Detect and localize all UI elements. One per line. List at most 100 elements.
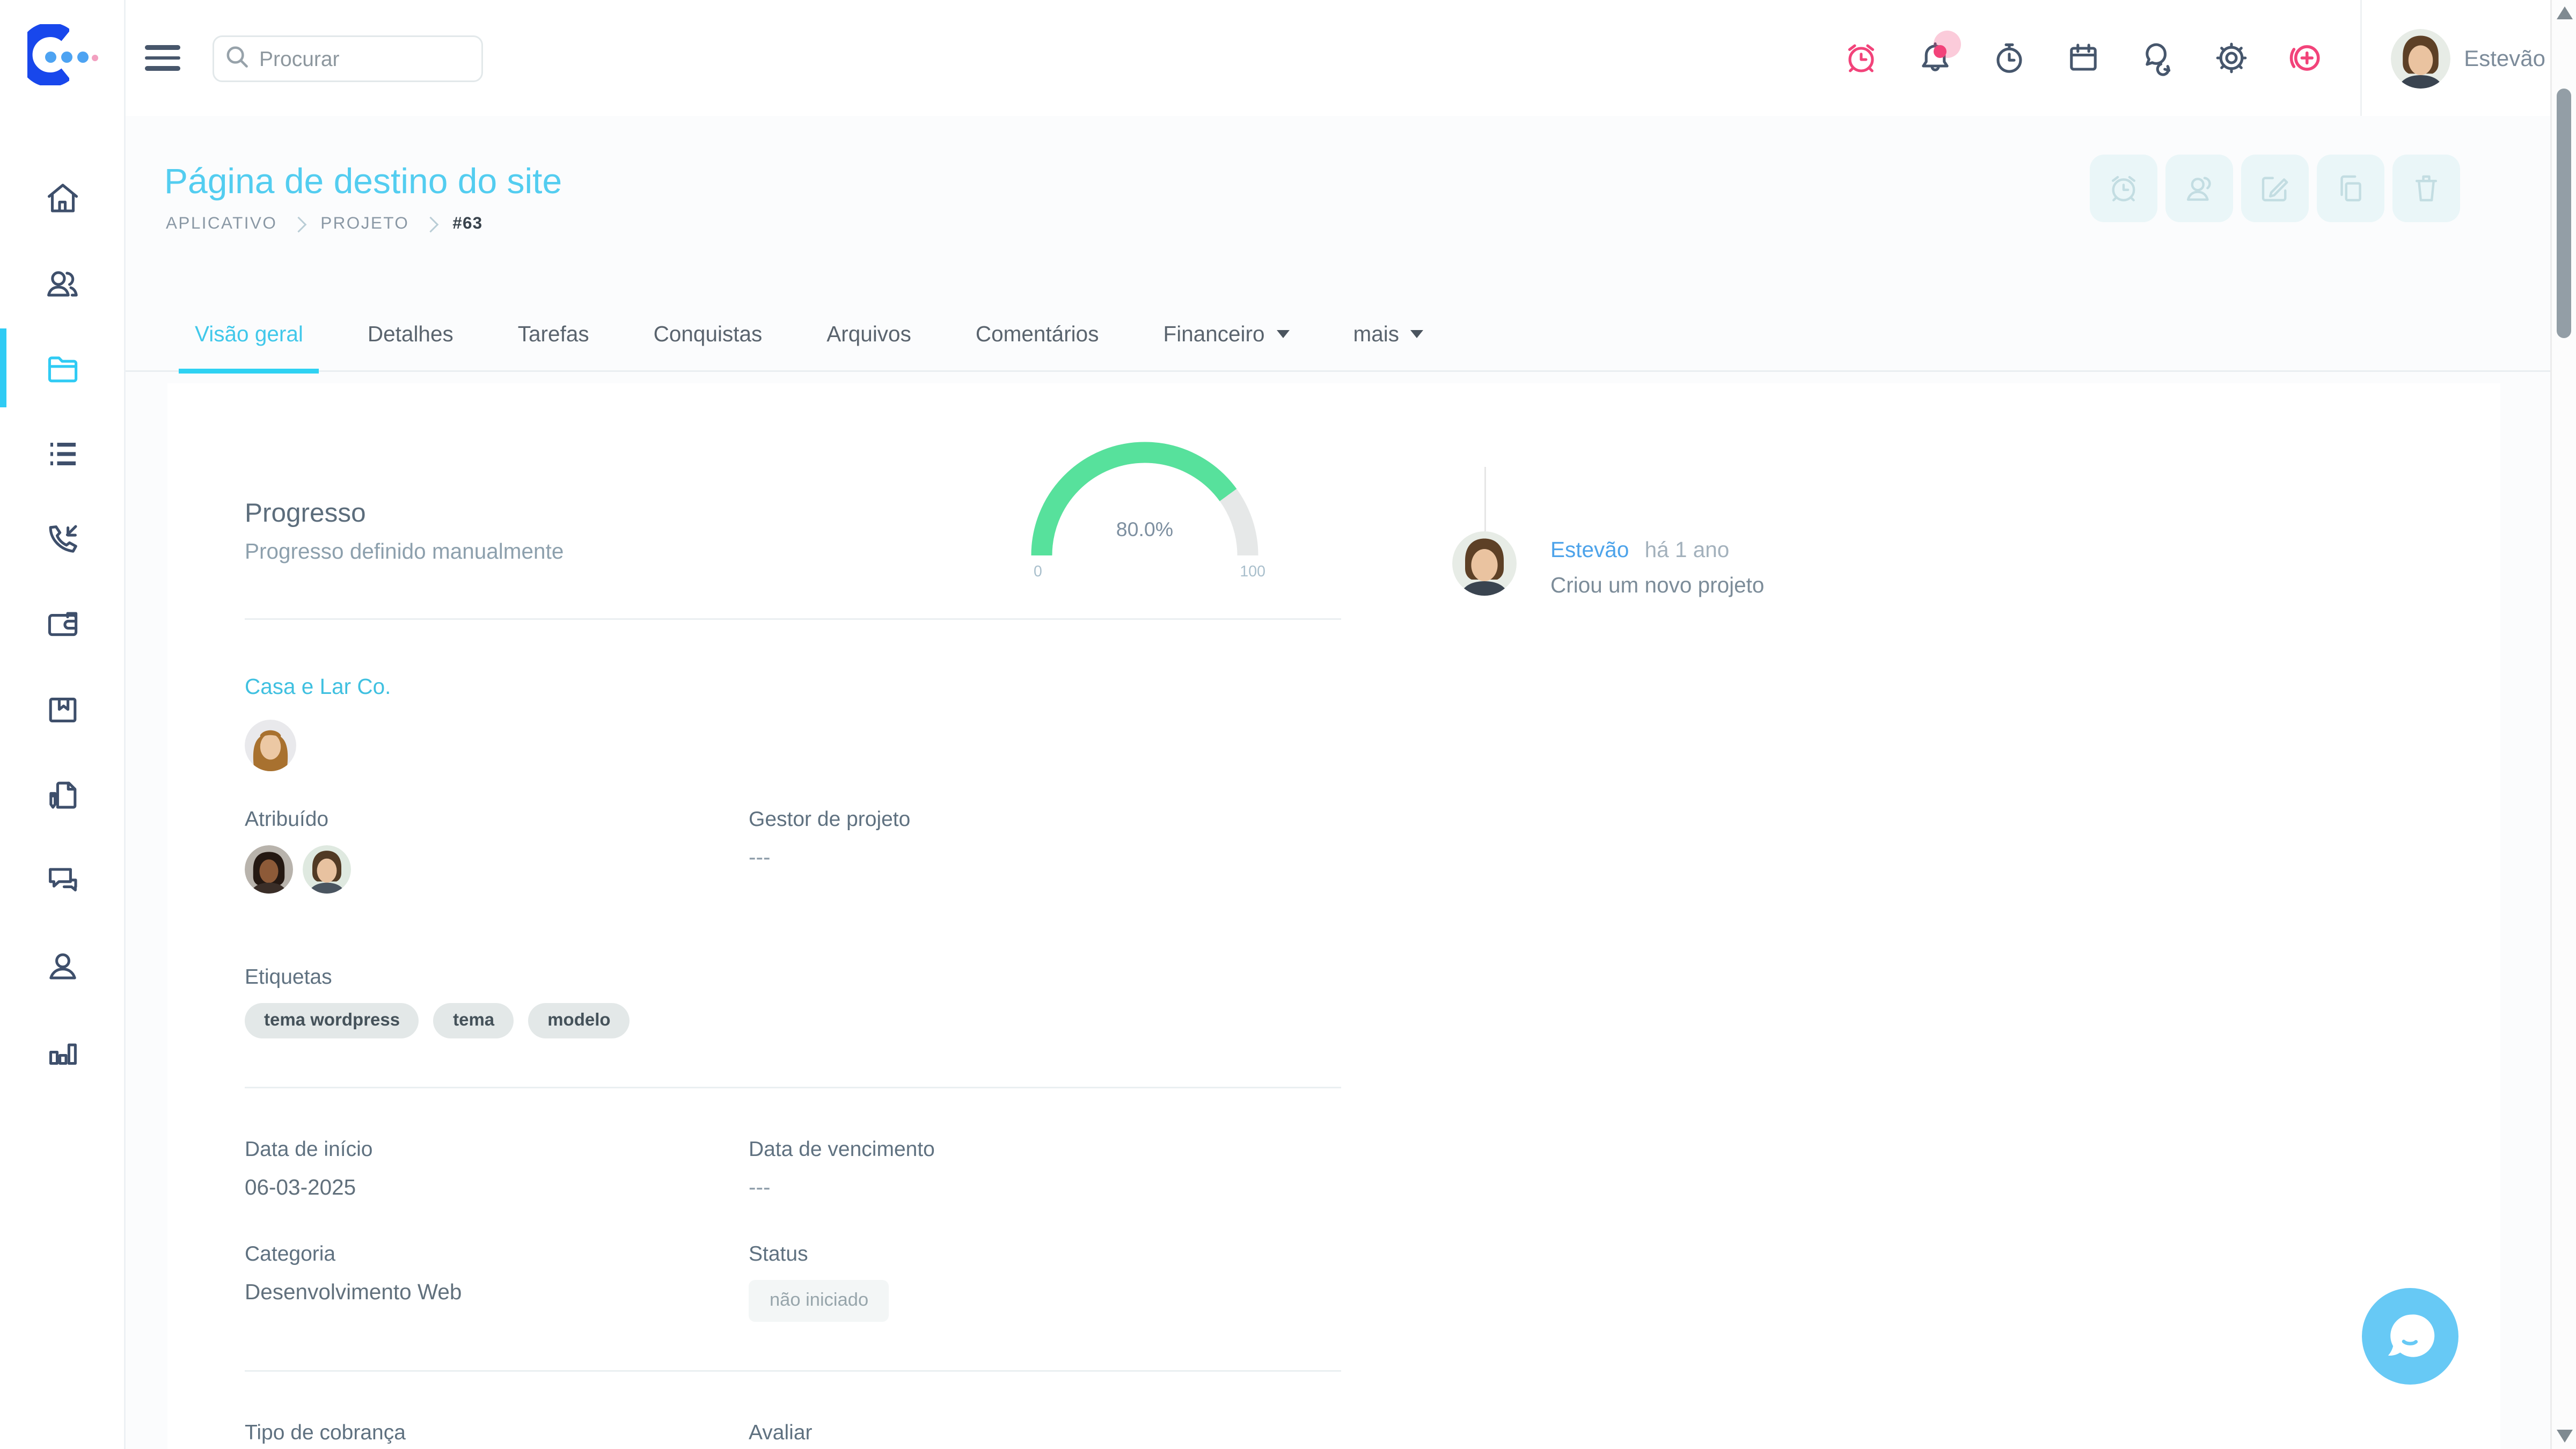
book-bookmark-icon (43, 690, 82, 729)
activity-avatar[interactable] (1452, 531, 1517, 596)
sidebar-item-proposals[interactable] (0, 752, 124, 837)
status-label: Status (749, 1241, 1365, 1265)
settings-button[interactable] (2213, 39, 2251, 77)
alarm-clock-button[interactable] (1842, 39, 1881, 77)
calendar-button[interactable] (2065, 39, 2103, 77)
tab-detalhes[interactable]: Detalhes (368, 296, 453, 370)
gear-icon (2213, 39, 2251, 77)
calendar-icon (2065, 39, 2103, 77)
gauge-min-label: 0 (1034, 564, 1042, 581)
logo-dot (77, 52, 89, 63)
add-member-icon (2182, 171, 2217, 206)
assignee-avatar[interactable] (245, 845, 293, 894)
tab-financeiro[interactable]: Financeiro (1163, 296, 1289, 370)
due-date-value: --- (749, 1175, 1365, 1199)
sidebar-item-reports[interactable] (0, 1008, 124, 1093)
chat-widget-button[interactable] (2362, 1288, 2458, 1385)
sidebar-item-home[interactable] (0, 155, 124, 240)
tab-comentarios[interactable]: Comentários (976, 296, 1099, 370)
search-input[interactable] (213, 35, 483, 82)
person-icon (43, 946, 82, 985)
category-label: Categoria (245, 1241, 749, 1265)
user-name: Estevão (2464, 45, 2545, 71)
due-date-label: Data de vencimento (749, 1137, 1365, 1161)
billing-label: Tipo de cobrança (245, 1420, 749, 1444)
manager-label: Gestor de projeto (749, 807, 1365, 831)
tab-bar: Visão geral Detalhes Tarefas Conquistas … (124, 296, 2552, 372)
logo-dot (61, 52, 72, 63)
start-date-label: Data de início (245, 1137, 749, 1161)
duplicate-button[interactable] (2317, 155, 2384, 222)
sidebar-item-payments[interactable] (0, 581, 124, 667)
page-scrollbar[interactable] (2550, 0, 2576, 1449)
assigned-label: Atribuído (245, 807, 749, 831)
sidebar-item-contacts[interactable] (0, 240, 124, 325)
tab-conquistas[interactable]: Conquistas (654, 296, 763, 370)
customer-link[interactable]: Casa e Lar Co. (245, 675, 391, 699)
add-member-button[interactable] (2165, 155, 2233, 222)
customer-avatar[interactable] (245, 720, 296, 771)
delete-button[interactable] (2392, 155, 2460, 222)
progress-subtitle: Progresso definido manualmente (245, 539, 564, 564)
chat-bubbles-icon (2139, 39, 2177, 77)
sidebar-item-tasks[interactable] (0, 411, 124, 496)
tab-mais[interactable]: mais (1353, 296, 1424, 370)
caret-down-icon (1276, 330, 1289, 338)
chevron-right-icon (423, 216, 439, 232)
tag-chip[interactable]: tema wordpress (245, 1003, 419, 1038)
app-window: Estevão Página de destino do site APLICA… (0, 0, 2576, 1449)
timeline-line (1484, 467, 1486, 531)
edit-icon (2257, 171, 2293, 206)
manager-value: --- (749, 845, 1365, 869)
breadcrumb-app[interactable]: APLICATIVO (166, 214, 277, 233)
breadcrumb-section[interactable]: PROJETO (320, 214, 409, 233)
quick-add-button[interactable] (2287, 39, 2325, 77)
rate-label: Avaliar (749, 1420, 1365, 1444)
assignment-row: Atribuído (245, 807, 1365, 894)
sidebar-item-customers[interactable] (0, 923, 124, 1008)
home-icon (43, 178, 82, 217)
wallet-icon (43, 605, 82, 643)
file-pen-icon (43, 775, 82, 814)
scroll-up-arrow[interactable] (2557, 6, 2573, 19)
assignee-avatar[interactable] (303, 845, 351, 894)
status-badge: não iniciado (749, 1280, 889, 1322)
activity-time: há 1 ano (1645, 538, 1730, 562)
app-logo[interactable] (24, 21, 98, 95)
sidebar-item-chat[interactable] (0, 837, 124, 923)
search-icon (225, 45, 250, 69)
sidebar (0, 0, 126, 1449)
folder-icon (43, 349, 82, 387)
add-circle-icon (2287, 39, 2325, 77)
tags-label: Etiquetas (245, 964, 1365, 989)
messages-button[interactable] (2139, 39, 2177, 77)
time-tracker-button[interactable] (1990, 39, 2029, 77)
notifications-button[interactable] (1916, 39, 1955, 77)
topbar: Estevão (124, 0, 2552, 116)
trash-icon (2409, 171, 2444, 206)
timer-icon (2106, 171, 2141, 206)
sidebar-item-knowledge-base[interactable] (0, 667, 124, 752)
page-title: Página de destino do site (164, 160, 562, 202)
sidebar-item-calls[interactable] (0, 496, 124, 581)
tab-arquivos[interactable]: Arquivos (826, 296, 911, 370)
user-menu[interactable]: Estevão (2391, 28, 2545, 88)
tab-tarefas[interactable]: Tarefas (518, 296, 589, 370)
progress-section: Progresso Progresso definido manualmente… (245, 383, 1365, 618)
dates-section: Data de início 06-03-2025 Data de vencim… (245, 1088, 1365, 1370)
page-actions (2090, 155, 2460, 222)
scrollbar-thumb[interactable] (2557, 89, 2571, 338)
main-content: Página de destino do site APLICATIVO PRO… (124, 116, 2552, 1449)
edit-button[interactable] (2241, 155, 2309, 222)
sidebar-item-projects[interactable] (0, 325, 124, 411)
category-value: Desenvolvimento Web (245, 1280, 749, 1304)
timer-button[interactable] (2090, 155, 2157, 222)
tag-chip[interactable]: tema (434, 1003, 514, 1038)
user-avatar (2391, 28, 2451, 88)
menu-toggle-button[interactable] (145, 45, 180, 71)
activity-author-link[interactable]: Estevão (1550, 538, 1629, 562)
tab-visao-geral[interactable]: Visão geral (195, 296, 303, 370)
tag-chip[interactable]: modelo (528, 1003, 630, 1038)
global-search (213, 35, 483, 82)
scroll-down-arrow[interactable] (2557, 1430, 2573, 1443)
